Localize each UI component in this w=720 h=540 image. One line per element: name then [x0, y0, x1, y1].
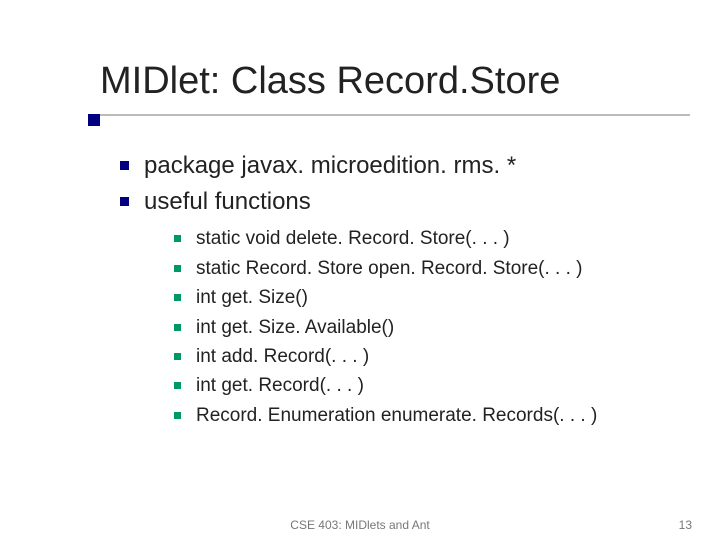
bullet-text: static void delete. Record. Store(. . . …: [196, 228, 510, 249]
slide: MIDlet: Class Record.Store package javax…: [0, 0, 720, 540]
list-item: int add. Record(. . . ): [174, 342, 680, 371]
title-area: MIDlet: Class Record.Store: [100, 60, 690, 103]
bullet-text: int get. Size. Available(): [196, 317, 394, 338]
bullet-text: int get. Record(. . . ): [196, 375, 364, 396]
list-item: Record. Enumeration enumerate. Records(.…: [174, 401, 680, 430]
bullet-text: int get. Size(): [196, 287, 308, 308]
list-item: static Record. Store open. Record. Store…: [174, 254, 680, 283]
bullet-list-level1: package javax. microedition. rms. * usef…: [120, 149, 680, 430]
list-item: int get. Size(): [174, 283, 680, 312]
bullet-text: Record. Enumeration enumerate. Records(.…: [196, 405, 597, 426]
title-underline: [97, 114, 690, 116]
list-item: int get. Record(. . . ): [174, 371, 680, 400]
title-accent-square: [88, 114, 100, 126]
bullet-text: int add. Record(. . . ): [196, 346, 369, 367]
list-item: int get. Size. Available(): [174, 313, 680, 342]
page-number: 13: [679, 518, 692, 532]
list-item: static void delete. Record. Store(. . . …: [174, 224, 680, 253]
bullet-list-level2: static void delete. Record. Store(. . . …: [174, 224, 680, 430]
bullet-text: static Record. Store open. Record. Store…: [196, 258, 583, 279]
footer-center-text: CSE 403: MIDlets and Ant: [0, 518, 720, 532]
slide-title: MIDlet: Class Record.Store: [100, 60, 690, 103]
slide-body: package javax. microedition. rms. * usef…: [120, 149, 680, 430]
list-item: package javax. microedition. rms. *: [120, 149, 680, 183]
list-item: useful functions static void delete. Rec…: [120, 185, 680, 431]
bullet-text: useful functions: [144, 188, 311, 215]
bullet-text: package javax. microedition. rms. *: [144, 152, 516, 179]
